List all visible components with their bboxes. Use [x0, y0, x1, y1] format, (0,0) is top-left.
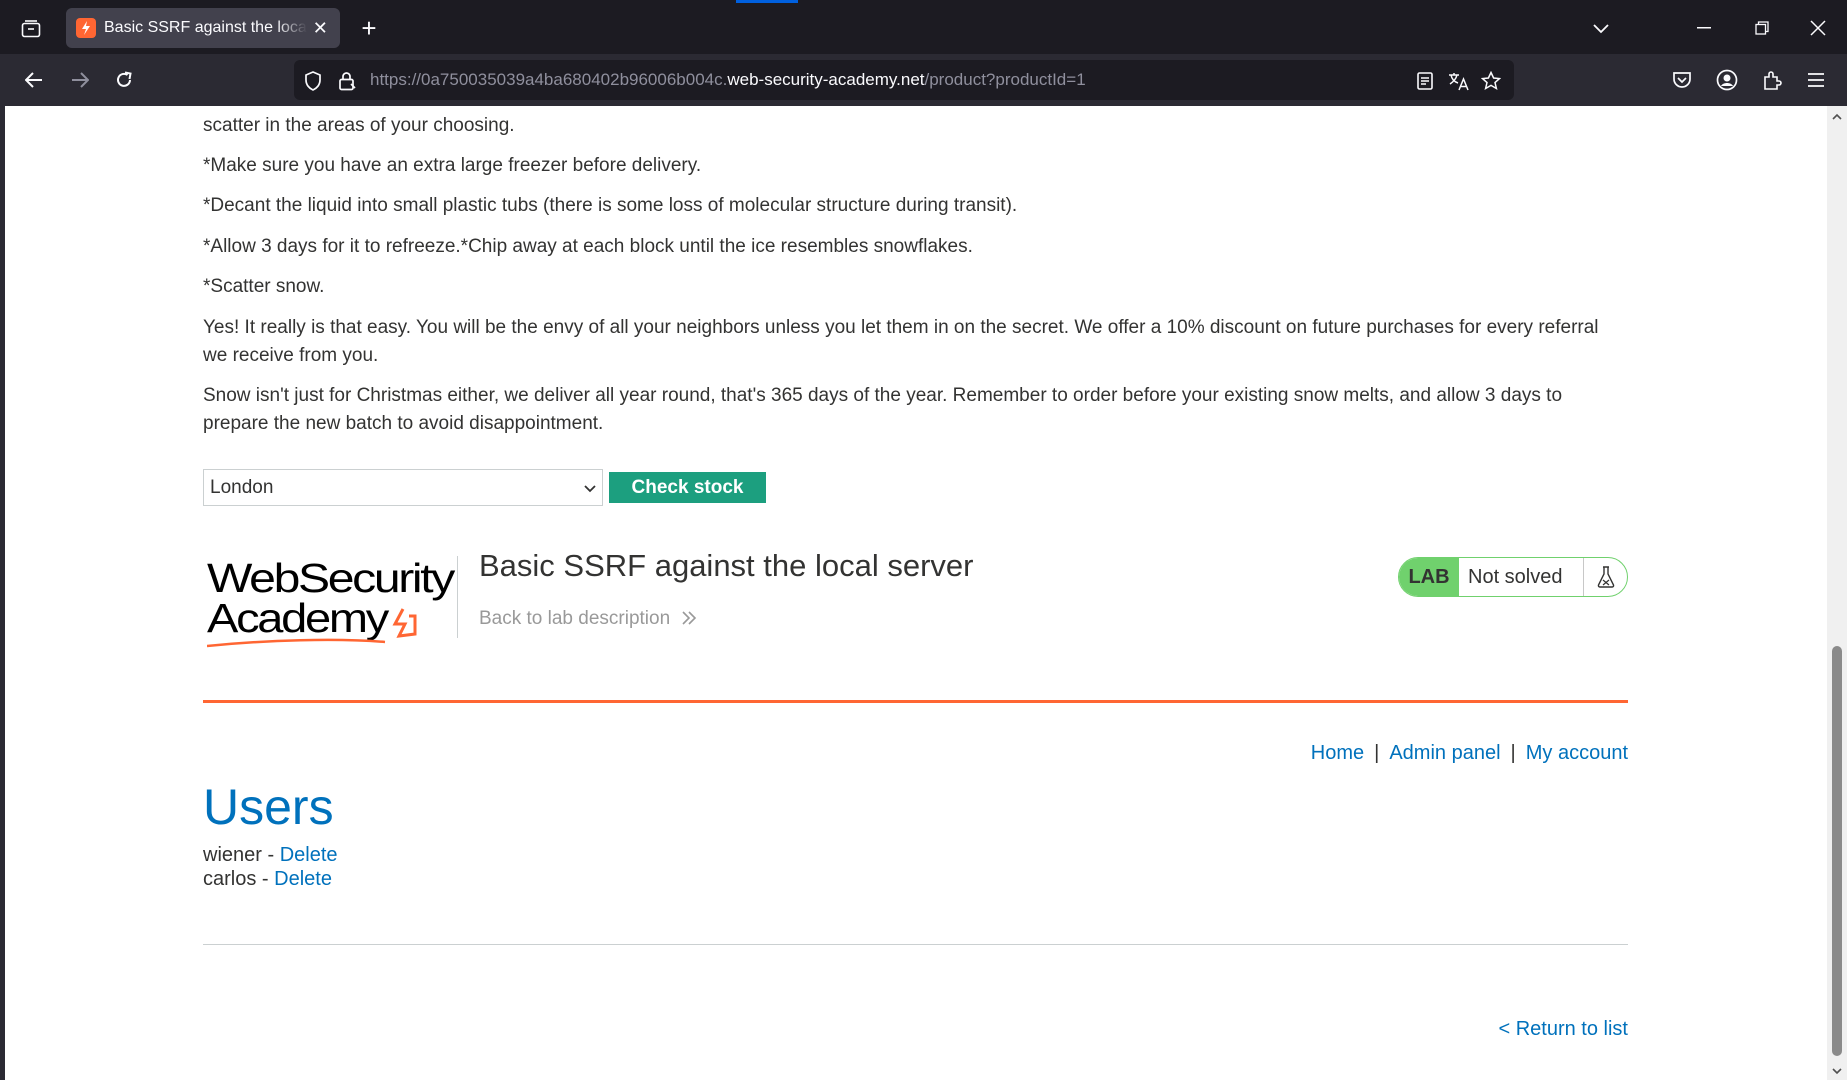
delete-user-link[interactable]: Delete	[280, 844, 338, 866]
tracking-shield-icon[interactable]	[302, 70, 324, 92]
description-paragraph: *Decant the liquid into small plastic tu…	[203, 195, 1018, 216]
home-link[interactable]: Home	[1311, 742, 1364, 764]
flask-icon	[1583, 558, 1627, 596]
account-icon[interactable]	[1711, 64, 1743, 96]
admin-panel-link[interactable]: Admin panel	[1389, 742, 1500, 764]
url-path: /product?productId=1	[924, 70, 1086, 89]
chevron-down-icon	[584, 477, 596, 499]
logo-divider	[457, 556, 458, 638]
user-row: wiener - Delete	[203, 844, 338, 867]
user-row: carlos - Delete	[203, 868, 332, 891]
web-security-academy-logo[interactable]: WebSecurity Academy	[206, 554, 458, 654]
extensions-icon[interactable]	[1756, 64, 1788, 96]
lab-status-text: Not solved	[1468, 565, 1563, 588]
pocket-icon[interactable]	[1666, 64, 1698, 96]
scroll-up-icon[interactable]	[1831, 110, 1843, 122]
tab-active[interactable]: Basic SSRF against the local server ✕	[66, 8, 340, 48]
svg-text:Academy: Academy	[207, 595, 390, 641]
header-divider	[203, 700, 1628, 703]
url-host: web-security-academy.net	[727, 70, 925, 89]
close-window-icon[interactable]	[1798, 12, 1838, 44]
restore-icon[interactable]	[1742, 12, 1782, 44]
new-tab-icon[interactable]: +	[354, 14, 384, 44]
check-stock-button[interactable]: Check stock	[609, 472, 766, 503]
browser-window: Basic SSRF against the local server ✕ +	[0, 0, 1847, 1080]
reader-view-icon[interactable]	[1414, 70, 1436, 92]
link-separator: |	[1510, 742, 1516, 764]
content-divider	[203, 944, 1628, 945]
scroll-down-icon[interactable]	[1831, 1064, 1843, 1076]
user-dash: -	[256, 868, 275, 890]
tabstrip-accent	[736, 0, 798, 3]
description-paragraph: Snow isn't just for Christmas either, we…	[203, 385, 1563, 434]
tab-close-icon[interactable]: ✕	[311, 18, 330, 39]
lock-icon[interactable]	[336, 70, 358, 92]
return-to-list-link[interactable]: < Return to list	[1498, 1018, 1628, 1041]
lab-header: WebSecurity Academy Basic SSRF against t…	[203, 538, 1628, 678]
bookmark-star-icon[interactable]	[1480, 70, 1502, 92]
delete-user-link[interactable]: Delete	[274, 868, 332, 890]
user-dash: -	[261, 844, 280, 866]
list-all-tabs-icon[interactable]	[1586, 14, 1616, 44]
double-chevron-right-icon	[675, 608, 697, 629]
reload-icon[interactable]	[108, 64, 140, 96]
link-separator: |	[1374, 742, 1380, 764]
back-arrow-icon[interactable]	[18, 64, 50, 96]
lab-title: Basic SSRF against the local server	[479, 548, 974, 583]
username: wiener	[203, 844, 262, 866]
username: carlos	[203, 868, 257, 890]
page-viewport: scatter in the areas of your choosing. *…	[0, 106, 1847, 1080]
url-text[interactable]: https://0a750035039a4ba680402b96006b004c…	[370, 70, 1086, 90]
back-to-lab-description-link[interactable]: Back to lab description	[479, 608, 697, 630]
description-paragraph: *Make sure you have an extra large freez…	[203, 155, 702, 176]
minimize-icon[interactable]	[1684, 12, 1724, 44]
description-paragraph: *Allow 3 days for it to refreeze.*Chip a…	[203, 236, 973, 257]
window-edge	[0, 106, 5, 1080]
menu-hamburger-icon[interactable]	[1800, 64, 1832, 96]
description-paragraph: scatter in the areas of your choosing.	[203, 115, 515, 136]
page-scrollbar[interactable]	[1827, 106, 1847, 1080]
store-select-value: London	[210, 476, 274, 498]
description-paragraph: *Scatter snow.	[203, 276, 325, 297]
translate-icon[interactable]	[1448, 70, 1470, 92]
tab-title: Basic SSRF against the local server	[104, 19, 307, 36]
url-bar[interactable]: https://0a750035039a4ba680402b96006b004c…	[294, 60, 1514, 100]
scrollbar-thumb[interactable]	[1832, 646, 1842, 1056]
lab-badge: LAB	[1399, 558, 1459, 596]
forward-arrow-icon[interactable]	[64, 64, 96, 96]
tab-strip: Basic SSRF against the local server ✕ +	[0, 0, 1847, 54]
lab-favicon-icon	[76, 18, 96, 38]
top-links: Home | Admin panel | My account	[1311, 742, 1628, 765]
my-account-link[interactable]: My account	[1526, 742, 1628, 764]
tab-list-icon[interactable]	[14, 14, 48, 44]
url-prefix: https://0a750035039a4ba680402b96006b004c…	[370, 70, 728, 89]
store-select[interactable]: London	[203, 469, 603, 506]
users-heading: Users	[203, 779, 334, 835]
nav-bar: https://0a750035039a4ba680402b96006b004c…	[0, 54, 1847, 106]
back-link-label: Back to lab description	[479, 608, 671, 629]
description-paragraph: Yes! It really is that easy. You will be…	[203, 317, 1599, 366]
lab-status-widget: LAB Not solved	[1398, 557, 1628, 597]
